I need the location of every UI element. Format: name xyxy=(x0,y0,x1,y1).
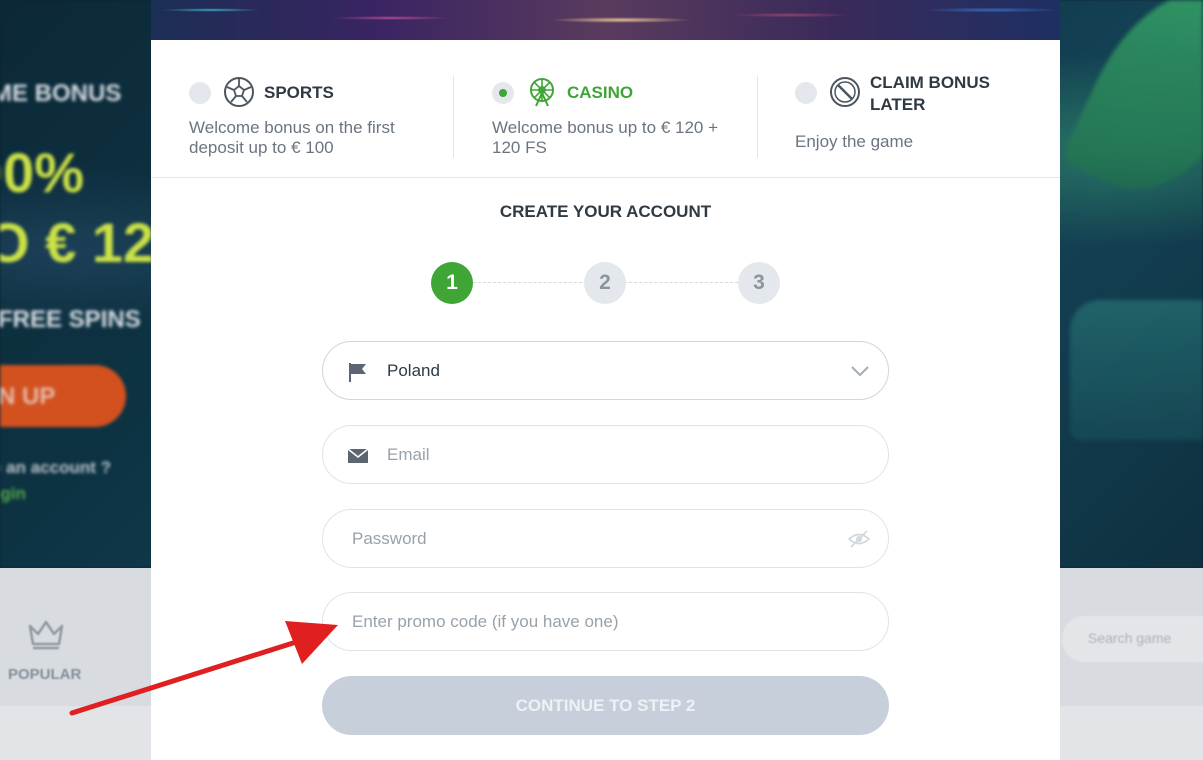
flag-icon xyxy=(349,363,366,382)
bonus-title-casino: CASINO xyxy=(567,83,634,102)
step-1: 1 xyxy=(431,262,473,304)
eye-slash-icon[interactable] xyxy=(848,529,870,549)
soccer-ball-icon xyxy=(224,77,254,107)
form-title: CREATE YOUR ACCOUNT xyxy=(499,202,712,221)
registration-modal: SPORTS Welcome bonus on the first deposi… xyxy=(151,0,1060,760)
step-2: 2 xyxy=(584,262,626,304)
country-value: Poland xyxy=(387,361,440,380)
ferris-wheel-icon xyxy=(530,78,554,107)
sports-radio[interactable] xyxy=(189,82,211,104)
bonus-title-claim-later: CLAIM BONUS LATER xyxy=(870,73,990,114)
prohibited-icon xyxy=(830,77,860,107)
step-indicator: 1 2 3 xyxy=(431,262,781,304)
claim-later-radio[interactable] xyxy=(795,82,817,104)
bonus-title-sports: SPORTS xyxy=(264,83,334,102)
chevron-down-icon xyxy=(851,366,869,377)
bonus-description-sports: Welcome bonus on the first deposit up to… xyxy=(189,118,395,157)
step-3: 3 xyxy=(738,262,780,304)
continue-button[interactable]: CONTINUE TO STEP 2 xyxy=(322,676,889,735)
modal-hero-image xyxy=(151,0,1060,40)
email-placeholder: Email xyxy=(387,445,430,464)
promo-code-placeholder: Enter promo code (if you have one) xyxy=(352,612,619,631)
bonus-divider xyxy=(757,76,758,158)
casino-radio[interactable] xyxy=(492,82,514,104)
promo-code-field[interactable]: Enter promo code (if you have one) xyxy=(322,592,889,651)
country-select[interactable]: Poland xyxy=(322,341,889,400)
bonus-description-claim-later: Enjoy the game xyxy=(795,132,914,151)
email-field[interactable]: Email xyxy=(322,425,889,484)
bonus-description-casino: Welcome bonus up to € 120 + 120 FS xyxy=(492,118,719,157)
bonus-divider xyxy=(453,76,454,158)
bonus-selector: SPORTS Welcome bonus on the first deposi… xyxy=(151,40,1060,178)
password-placeholder: Password xyxy=(352,529,427,548)
envelope-icon xyxy=(347,448,369,463)
password-field[interactable]: Password xyxy=(322,509,889,568)
